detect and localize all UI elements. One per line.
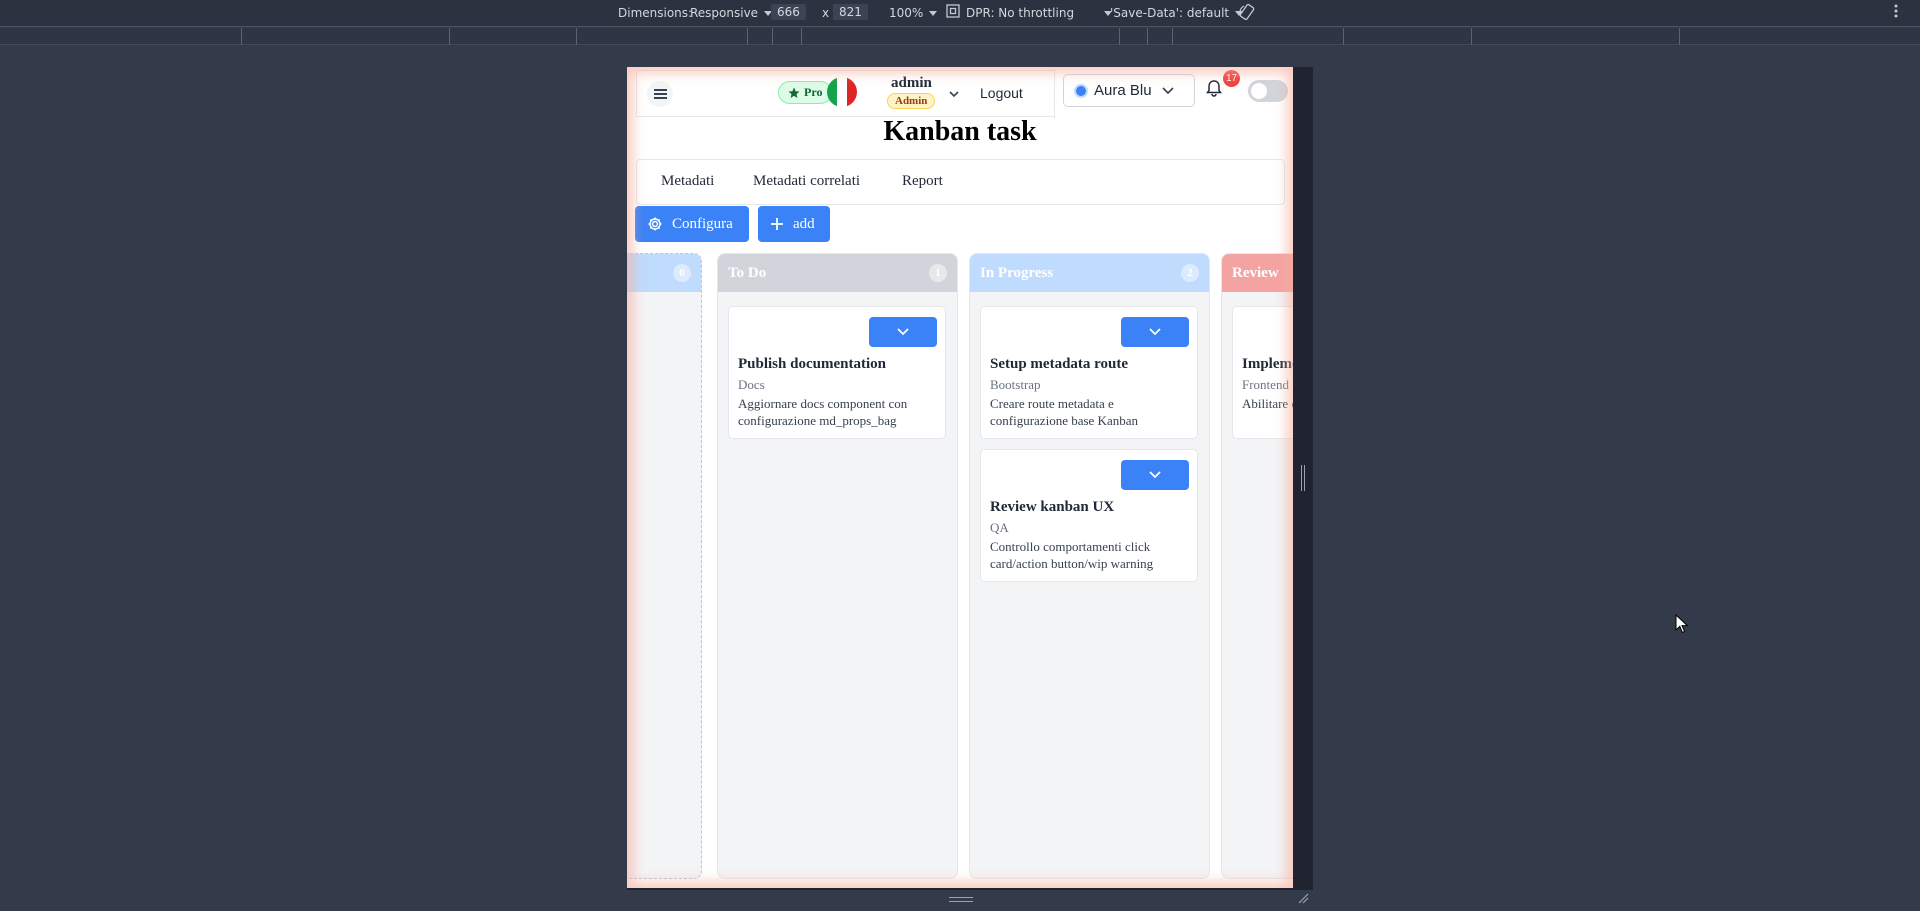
card-description: Abilitare con per [1242,396,1293,411]
dimensions-label: Dimensions: [618,6,693,20]
user-role-badge: Admin [887,93,936,109]
kanban-card[interactable]: Implement Frontend Abilitare con per [1232,306,1293,439]
column-count-badge: 1 [929,264,947,282]
media-query-ruler[interactable] [0,28,1920,45]
hamburger-icon [654,89,667,91]
chevron-down-icon [897,328,909,336]
resize-handle-bottom[interactable] [949,897,973,902]
card-title: Publish documentation [738,356,886,372]
theme-select-value: Aura Blu [1094,82,1152,99]
tab-metadati-correlati[interactable]: Metadati correlati [753,173,860,190]
dpr-icon [946,4,960,21]
chevron-down-icon [1149,328,1161,336]
card-title: Setup metadata route [990,356,1129,372]
width-input[interactable]: 666 [771,4,806,20]
height-input[interactable]: 821 [833,4,868,20]
user-menu-chevron-icon[interactable] [949,85,959,103]
card-title: Implement [1242,356,1293,372]
column-header: In Progress 2 [970,254,1209,292]
mouse-cursor-icon [1675,614,1689,634]
card-tag: Bootstrap [990,377,1041,392]
kanban-column-review: Review Implement Frontend Abilitare con … [1221,253,1293,879]
tab-metadati[interactable]: Metadati [661,173,714,190]
language-flag-icon[interactable] [827,77,857,107]
card-tag: Frontend [1242,377,1289,392]
notifications-bell-icon[interactable] [1206,79,1222,102]
theme-color-dot [1076,85,1086,96]
configure-label: Configura [672,215,733,232]
times-label: x [822,6,830,20]
kanban-card[interactable]: Publish documentation Docs Aggiornare do… [728,306,946,439]
page-title: Kanban task [883,116,1037,147]
card-description: Controllo comportamenti click card/actio… [990,539,1154,571]
tab-report[interactable]: Report [902,173,943,190]
more-options-icon[interactable] [1893,3,1899,22]
theme-select[interactable]: Aura Blu [1063,74,1195,107]
kanban-column-todo: To Do 1 Publish documentation Docs Aggio… [717,253,958,879]
tab-bar: Metadati Metadati correlati Report [636,159,1285,205]
card-description: Creare route metadata e configurazione b… [990,396,1138,428]
gear-icon [648,217,662,231]
menu-toggle-button[interactable] [647,81,673,107]
rotate-icon[interactable] [1238,3,1256,24]
kanban-card[interactable]: Review kanban UX QA Controllo comportame… [980,449,1198,582]
plus-icon [771,218,783,230]
column-header: 0 [627,254,701,292]
kanban-card[interactable]: Setup metadata route Bootstrap Creare ro… [980,306,1198,439]
app-header: Pro admin Admin Logout Aura Blu 17 [636,69,1288,118]
device-viewport: Pro admin Admin Logout Aura Blu 17 Kanba… [627,67,1293,888]
dimensions-mode-select[interactable]: Responsive [690,6,773,20]
card-tag: Docs [738,377,765,392]
user-name[interactable]: admin [891,75,932,92]
configure-button[interactable]: Configura [635,206,749,242]
kanban-column: 0 [627,253,702,879]
chevron-down-icon [1149,471,1161,479]
resize-handle-corner[interactable] [1297,891,1309,904]
pro-label: Pro [804,85,823,99]
dpr-throttling-select[interactable]: DPR: No throttling [966,6,1113,20]
devtools-device-toolbar: Dimensions: Responsive 666 x 821 100% DP… [0,0,1920,27]
card-action-button[interactable] [1121,317,1189,347]
column-count-badge: 2 [1181,264,1199,282]
kanban-column-in-progress: In Progress 2 Setup metadata route Boots… [969,253,1210,879]
notification-count-badge: 17 [1223,70,1240,87]
card-tag: QA [990,520,1009,535]
chevron-down-icon [1161,86,1174,94]
card-description: Aggiornare docs component con configuraz… [738,396,908,428]
header-right-controls: Aura Blu 17 [1054,69,1288,118]
card-action-button[interactable] [1121,460,1189,490]
save-data-select[interactable]: 'Save-Data': default [1110,6,1244,20]
column-title: Review [1232,264,1279,281]
zoom-select[interactable]: 100% [889,6,938,20]
theme-toggle-switch[interactable] [1248,80,1288,102]
column-header: To Do 1 [718,254,957,292]
column-header: Review [1222,254,1293,292]
card-title: Review kanban UX [990,499,1115,515]
add-label: add [793,215,815,232]
column-title: To Do [728,264,767,281]
add-button[interactable]: add [758,206,830,242]
card-action-button[interactable] [869,317,937,347]
resize-handle-right[interactable] [1301,465,1305,491]
chevron-down-icon [929,11,938,16]
column-count-badge: 0 [673,264,691,282]
column-title: In Progress [980,264,1054,281]
logout-button[interactable]: Logout [980,85,1023,101]
star-icon [788,87,800,98]
pro-badge: Pro [778,81,833,104]
